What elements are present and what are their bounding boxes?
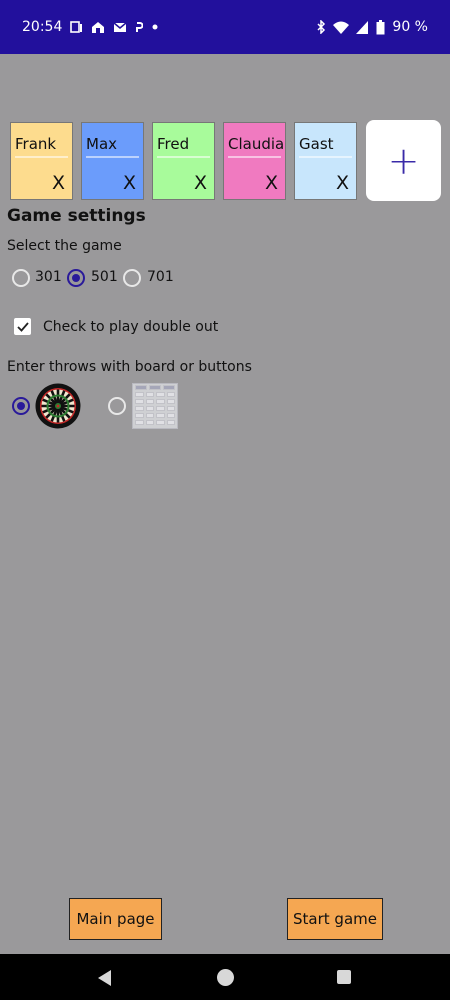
player-card-fred[interactable]: Fred X [152, 122, 215, 200]
battery-percent: 90 % [392, 19, 428, 35]
radio-board[interactable] [12, 397, 30, 415]
player-name: Frank [15, 135, 57, 153]
radio-501-label: 501 [91, 269, 118, 285]
remove-player-button[interactable]: X [194, 172, 207, 194]
navigation-bar [0, 954, 450, 1000]
notification-icon [70, 20, 83, 33]
p-icon [136, 22, 144, 32]
remove-player-button[interactable]: X [265, 172, 278, 194]
double-out-checkbox[interactable] [14, 318, 31, 335]
mail-icon [113, 22, 127, 32]
check-icon [16, 321, 29, 332]
back-icon[interactable] [98, 970, 111, 986]
radio-701[interactable] [123, 269, 141, 287]
player-name: Gast [299, 135, 334, 153]
main-page-button[interactable]: Main page [69, 898, 162, 940]
input-mode-label: Enter throws with board or buttons [7, 359, 252, 375]
radio-301[interactable] [12, 269, 30, 287]
player-card-max[interactable]: Max X [81, 122, 144, 200]
dot-icon [152, 24, 158, 30]
remove-player-button[interactable]: X [336, 172, 349, 194]
remove-player-button[interactable]: X [123, 172, 136, 194]
status-time: 20:54 [22, 19, 63, 35]
radio-301-label: 301 [35, 269, 62, 285]
bluetooth-icon [317, 20, 326, 34]
status-bar: 20:54 90 % [0, 0, 450, 54]
radio-buttons[interactable] [108, 397, 126, 415]
radio-501[interactable] [67, 269, 85, 287]
player-name: Fred [157, 135, 190, 153]
player-list: Frank X Max X Fred X Claudia X Gast X + [10, 120, 442, 202]
home-icon [92, 21, 105, 33]
keypad-thumbnail[interactable] [132, 383, 178, 429]
add-player-button[interactable]: + [366, 120, 441, 201]
dartboard-icon[interactable] [35, 383, 81, 429]
player-card-gast[interactable]: Gast X [294, 122, 357, 200]
radio-701-label: 701 [147, 269, 174, 285]
player-name: Claudia [228, 135, 285, 153]
home-button-icon[interactable] [217, 969, 234, 986]
remove-player-button[interactable]: X [52, 172, 65, 194]
player-name: Max [86, 135, 118, 153]
signal-icon [356, 20, 369, 34]
select-game-label: Select the game [7, 238, 122, 254]
recent-apps-icon[interactable] [337, 970, 351, 984]
double-out-label: Check to play double out [43, 319, 219, 335]
wifi-icon [333, 21, 350, 34]
start-game-button[interactable]: Start game [287, 898, 383, 940]
player-card-frank[interactable]: Frank X [10, 122, 73, 200]
player-card-claudia[interactable]: Claudia X [223, 122, 286, 200]
battery-icon [376, 19, 385, 34]
section-title: Game settings [7, 206, 146, 226]
plus-icon: + [387, 138, 420, 183]
